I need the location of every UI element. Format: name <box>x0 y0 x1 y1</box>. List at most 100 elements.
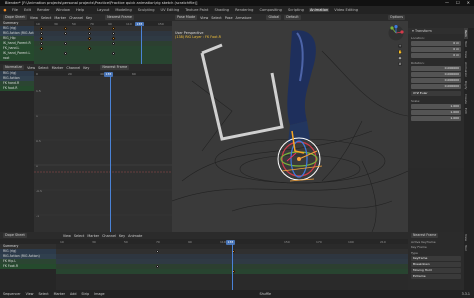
status-select[interactable]: Select <box>38 292 48 296</box>
tab-rigify[interactable]: Rigify <box>464 79 468 91</box>
grid-icon[interactable]: # <box>398 62 402 66</box>
tab-edit[interactable]: Edit <box>464 106 468 116</box>
rotation-y-field[interactable]: 0.000000 <box>411 78 461 83</box>
sequencer-label[interactable]: Sequencer <box>3 292 21 296</box>
pan-hand-icon[interactable]: ✋ <box>398 50 402 54</box>
workspace-tab-shading[interactable]: Shading <box>213 8 230 12</box>
menu-channel[interactable]: Channel <box>66 66 80 70</box>
top-dopesheet-timeline[interactable]: 10 30 50 70 90 110 150 138 <box>34 21 172 66</box>
axis-gizmo-icon[interactable] <box>388 25 404 41</box>
workspace-tab-scripting[interactable]: Scripting <box>287 8 305 12</box>
menu-select[interactable]: Select <box>38 66 48 70</box>
tab-tool[interactable]: Tool <box>464 243 468 253</box>
tab-animation[interactable]: Animation <box>464 60 468 79</box>
menu-view[interactable]: View <box>30 16 38 20</box>
workspace-tab-animation[interactable]: Animation <box>308 8 330 12</box>
tab-create[interactable]: Create <box>464 92 468 106</box>
workspace-tab-video-editing[interactable]: Video Editing <box>333 8 359 12</box>
current-frame-badge[interactable]: 138 <box>226 239 235 245</box>
frame-tick: 110 <box>126 21 132 26</box>
playhead-line[interactable] <box>110 76 111 232</box>
tab-tool[interactable]: Tool <box>464 39 468 49</box>
tab-view[interactable]: View <box>464 49 468 60</box>
menu-edit[interactable]: Edit <box>23 8 32 12</box>
rotation-w-field[interactable]: 0.000000 <box>411 66 461 71</box>
menu-channel[interactable]: Channel <box>69 16 83 20</box>
menu-view[interactable]: View <box>63 234 71 238</box>
playhead-line[interactable] <box>232 244 233 290</box>
menu-armature[interactable]: Armature <box>236 16 252 20</box>
menu-help[interactable]: Help <box>75 8 85 12</box>
bottom-dopesheet-timeline[interactable]: 10 30 50 70 90 110 150 170 190 210 138 <box>56 239 408 290</box>
workspace-tab-uv-editing[interactable]: UV Editing <box>160 8 181 12</box>
menu-file[interactable]: File <box>11 8 19 12</box>
keyframe-type-moving-hold[interactable]: Moving Hold <box>411 268 461 273</box>
channel-group[interactable]: FK Foot.R <box>0 264 56 269</box>
workspace-tab-layout[interactable]: Layout <box>96 8 110 12</box>
scale-z-field[interactable]: 1.000 <box>411 116 461 121</box>
top-menu-bar: ● File Edit Render Window Help Layout Mo… <box>0 6 474 14</box>
snap-mode-dropdown[interactable]: Nearest Frame <box>105 15 134 20</box>
menu-render[interactable]: Render <box>36 8 51 12</box>
status-image[interactable]: Image <box>94 292 104 296</box>
zoom-icon[interactable]: + <box>398 44 402 48</box>
menu-marker[interactable]: Marker <box>52 66 64 70</box>
viewport-scene[interactable] <box>172 21 408 232</box>
scale-y-field[interactable]: 1.000 <box>411 110 461 115</box>
options-dropdown[interactable]: Options <box>387 15 405 20</box>
menu-select[interactable]: Select <box>41 16 51 20</box>
workspace-tab-modeling[interactable]: Modeling <box>114 8 132 12</box>
n-panel-tabs: Item Tool View Animation Rigify Create E… <box>464 28 474 232</box>
workspace-tab-compositing[interactable]: Compositing <box>258 8 283 12</box>
menu-animate[interactable]: Animate <box>128 234 142 238</box>
rotation-x-field[interactable]: 0.000000 <box>411 72 461 77</box>
rotation-mode-dropdown[interactable]: XYZ Euler <box>411 91 461 96</box>
pivot-dropdown[interactable]: Default <box>284 15 301 20</box>
editor-type-dropdown[interactable]: Dope Sheet <box>3 15 27 20</box>
workspace-tab-sculpting[interactable]: Sculpting <box>137 8 156 12</box>
location-z-field[interactable]: 0 m <box>411 53 461 58</box>
scale-x-field[interactable]: 1.000 <box>411 104 461 109</box>
mode-dropdown[interactable]: Pose Mode <box>175 15 198 20</box>
playhead-line[interactable] <box>141 26 142 64</box>
location-x-field[interactable]: 0 m <box>411 41 461 46</box>
snap-mode-dropdown[interactable]: Nearest Frame <box>100 65 130 70</box>
transform-orientation-dropdown[interactable]: Global <box>266 15 282 20</box>
menu-marker[interactable]: Marker <box>54 16 66 20</box>
status-view[interactable]: View <box>26 292 34 296</box>
normalize-toggle[interactable]: Normalize <box>3 65 25 70</box>
editor-type-dropdown[interactable]: Dope Sheet <box>3 233 27 238</box>
channel-group[interactable]: FK foot.R <box>0 86 34 91</box>
keyframe-type-breakdown[interactable]: Breakdown <box>411 262 461 267</box>
snap-mode-dropdown[interactable]: Nearest Frame <box>411 233 439 238</box>
menu-marker[interactable]: Marker <box>87 234 99 238</box>
workspace-tab-texture-paint[interactable]: Texture Paint <box>184 8 209 12</box>
navigation-gizmo[interactable] <box>388 25 404 41</box>
bottom-dopesheet-editor: Dope Sheet View Select Marker Channel Ke… <box>0 232 408 290</box>
menu-key[interactable]: Key <box>86 16 92 20</box>
menu-view[interactable]: View <box>200 16 208 20</box>
status-add[interactable]: Add <box>70 292 76 296</box>
blender-logo-icon[interactable]: ● <box>3 8 7 12</box>
menu-view[interactable]: View <box>27 66 35 70</box>
menu-key[interactable]: Key <box>119 234 125 238</box>
3d-viewport[interactable]: Pose Mode View Select Pose Armature Glob… <box>172 14 408 232</box>
status-marker[interactable]: Marker <box>54 292 65 296</box>
keyframe-type-extreme[interactable]: Extreme <box>411 274 461 279</box>
menu-pose[interactable]: Pose <box>225 16 233 20</box>
status-strip[interactable]: Strip <box>81 292 89 296</box>
keyframe-type-keyframe[interactable]: Keyframe <box>411 256 461 261</box>
menu-window[interactable]: Window <box>55 8 71 12</box>
menu-select[interactable]: Select <box>74 234 84 238</box>
tab-item[interactable]: Item <box>464 28 468 39</box>
menu-select[interactable]: Select <box>211 16 221 20</box>
menu-key[interactable]: Key <box>83 66 89 70</box>
graph-editor-canvas[interactable]: 0 20 40 60 138 1.5 1 0.5 0 -0.5 -1 <box>34 71 172 232</box>
channel-group[interactable]: root <box>0 56 34 61</box>
menu-channel[interactable]: Channel <box>102 234 116 238</box>
camera-icon[interactable]: ◉ <box>398 56 402 60</box>
rotation-z-field[interactable]: 0.000000 <box>411 84 461 89</box>
workspace-tab-rendering[interactable]: Rendering <box>234 8 254 12</box>
location-y-field[interactable]: 0 m <box>411 47 461 52</box>
tab-view[interactable]: View <box>464 232 468 243</box>
